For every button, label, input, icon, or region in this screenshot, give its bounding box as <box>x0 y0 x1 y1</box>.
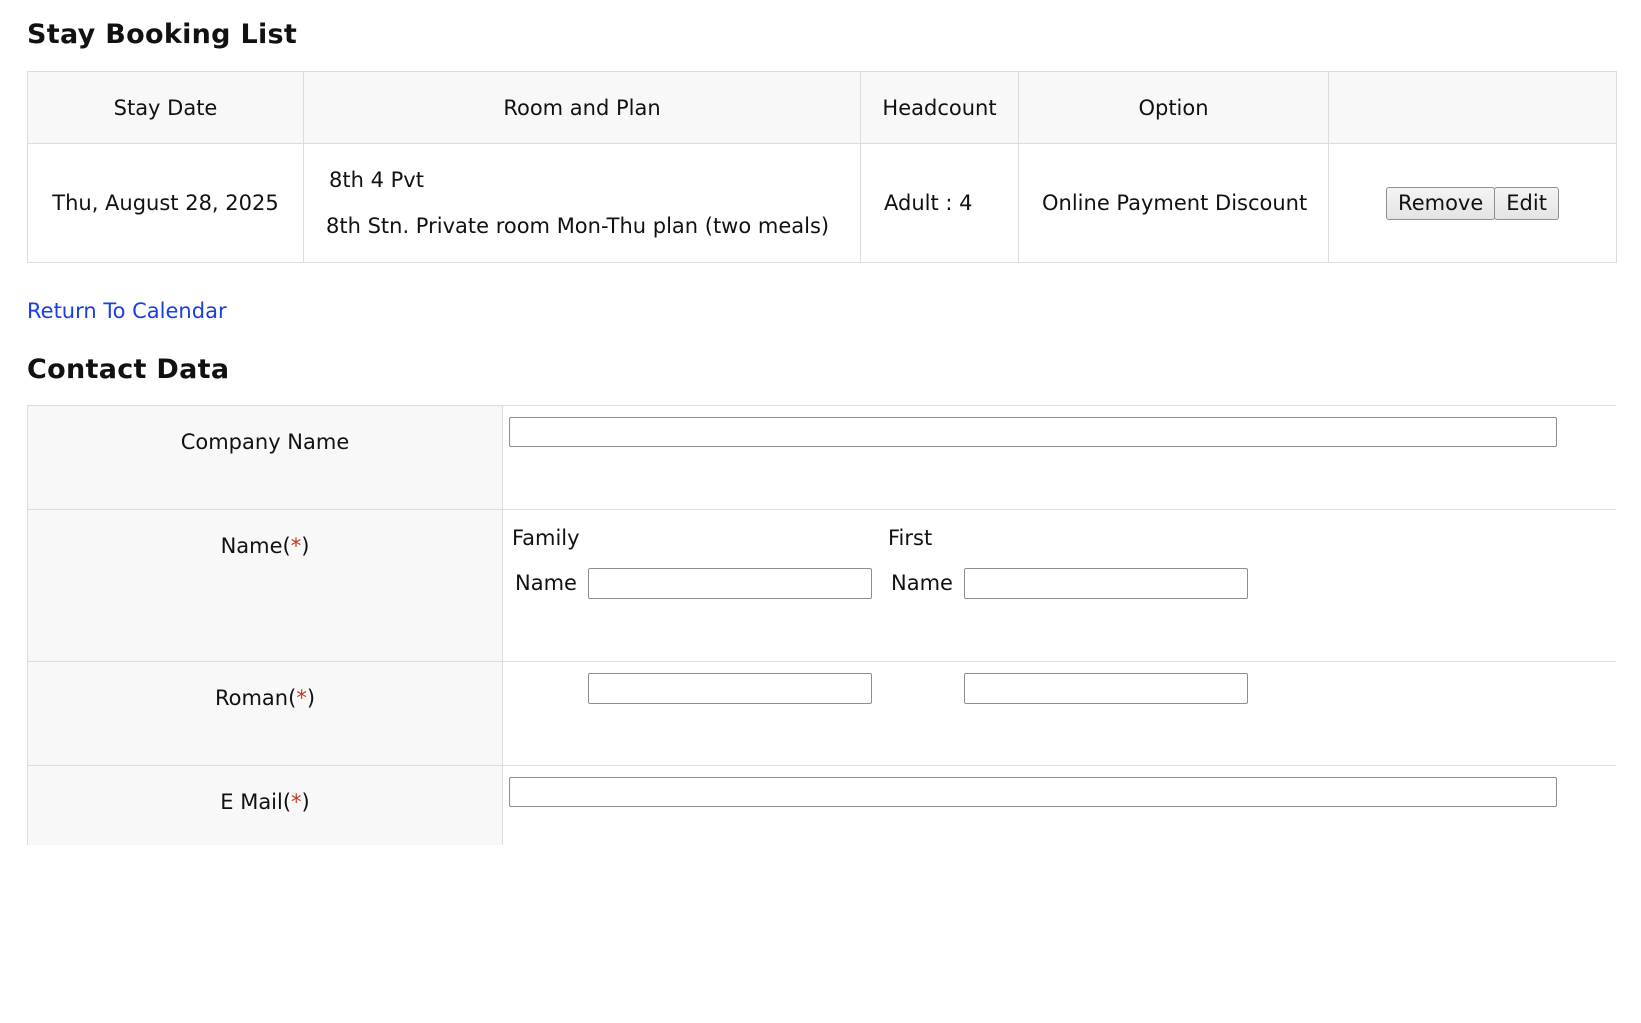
company-name-label: Company Name <box>180 430 350 454</box>
return-to-calendar-link[interactable]: Return To Calendar <box>27 299 227 323</box>
email-input[interactable] <box>509 777 1557 807</box>
contact-form: Company Name Name(*) Family Name First N… <box>27 405 1616 845</box>
contact-table: Company Name Name(*) Family Name First N… <box>27 405 1616 845</box>
roman-field-cell <box>502 661 1616 766</box>
company-row: Company Name <box>27 405 1616 510</box>
first-name-label: Name <box>891 571 953 595</box>
actions-cell: Remove Edit <box>1328 143 1617 263</box>
first-label: First <box>888 526 933 550</box>
plan-name: 8th Stn. Private room Mon-Thu plan (two … <box>326 214 830 238</box>
room-name: 8th 4 Pvt <box>329 168 424 192</box>
roman-label-close: ) <box>306 686 316 710</box>
booking-table: Stay Date Room and Plan Headcount Option… <box>27 71 1617 263</box>
column-header-actions <box>1328 71 1617 144</box>
email-field-cell <box>502 765 1616 845</box>
roman-label-text: Roman( <box>214 686 297 710</box>
table-row: Thu, August 28, 2025 8th 4 Pvt 8th Stn. … <box>27 143 1617 263</box>
column-header-headcount: Headcount <box>860 71 1019 144</box>
name-row: Name(*) Family Name First Name <box>27 509 1616 662</box>
required-asterisk: * <box>290 534 302 558</box>
headcount-cell: Adult : 4 <box>860 143 1019 263</box>
company-label-cell: Company Name <box>27 405 503 510</box>
email-row: E Mail(*) <box>27 765 1616 845</box>
roman-label: Roman(*) <box>215 686 315 710</box>
name-label-cell: Name(*) <box>27 509 503 662</box>
name-label-close: ) <box>301 534 310 558</box>
email-label-cell: E Mail(*) <box>27 765 503 845</box>
roman-family-input[interactable] <box>588 673 872 704</box>
email-label: E Mail(*) <box>220 790 310 814</box>
first-name-input[interactable] <box>964 568 1248 599</box>
column-header-option: Option <box>1018 71 1329 144</box>
family-label: Family <box>512 526 580 550</box>
roman-first-input[interactable] <box>964 673 1248 704</box>
name-label-text: Name( <box>220 534 291 558</box>
required-asterisk: * <box>291 790 302 814</box>
page: Stay Booking List Stay Date Room and Pla… <box>0 0 1641 1023</box>
name-label: Name(*) <box>221 534 310 558</box>
roman-row: Roman(*) <box>27 661 1616 766</box>
stay-date-cell: Thu, August 28, 2025 <box>27 143 304 263</box>
company-field-cell <box>502 405 1616 510</box>
email-label-text: E Mail( <box>220 790 292 814</box>
option-cell: Online Payment Discount <box>1018 143 1329 263</box>
family-name-label: Name <box>515 571 577 595</box>
roman-label-cell: Roman(*) <box>27 661 503 766</box>
edit-button[interactable]: Edit <box>1494 186 1559 220</box>
name-field-cell: Family Name First Name <box>502 509 1616 662</box>
booking-list-title: Stay Booking List <box>27 19 298 50</box>
room-plan-cell: 8th 4 Pvt 8th Stn. Private room Mon-Thu … <box>303 143 861 263</box>
contact-data-title: Contact Data <box>27 354 230 385</box>
booking-header-row: Stay Date Room and Plan Headcount Option <box>27 71 1617 144</box>
column-header-room-and-plan: Room and Plan <box>303 71 861 144</box>
remove-button[interactable]: Remove <box>1386 186 1496 220</box>
family-name-input[interactable] <box>588 568 872 599</box>
company-name-input[interactable] <box>509 417 1557 447</box>
required-asterisk: * <box>296 686 307 710</box>
email-label-close: ) <box>301 790 310 814</box>
column-header-stay-date: Stay Date <box>27 71 304 144</box>
